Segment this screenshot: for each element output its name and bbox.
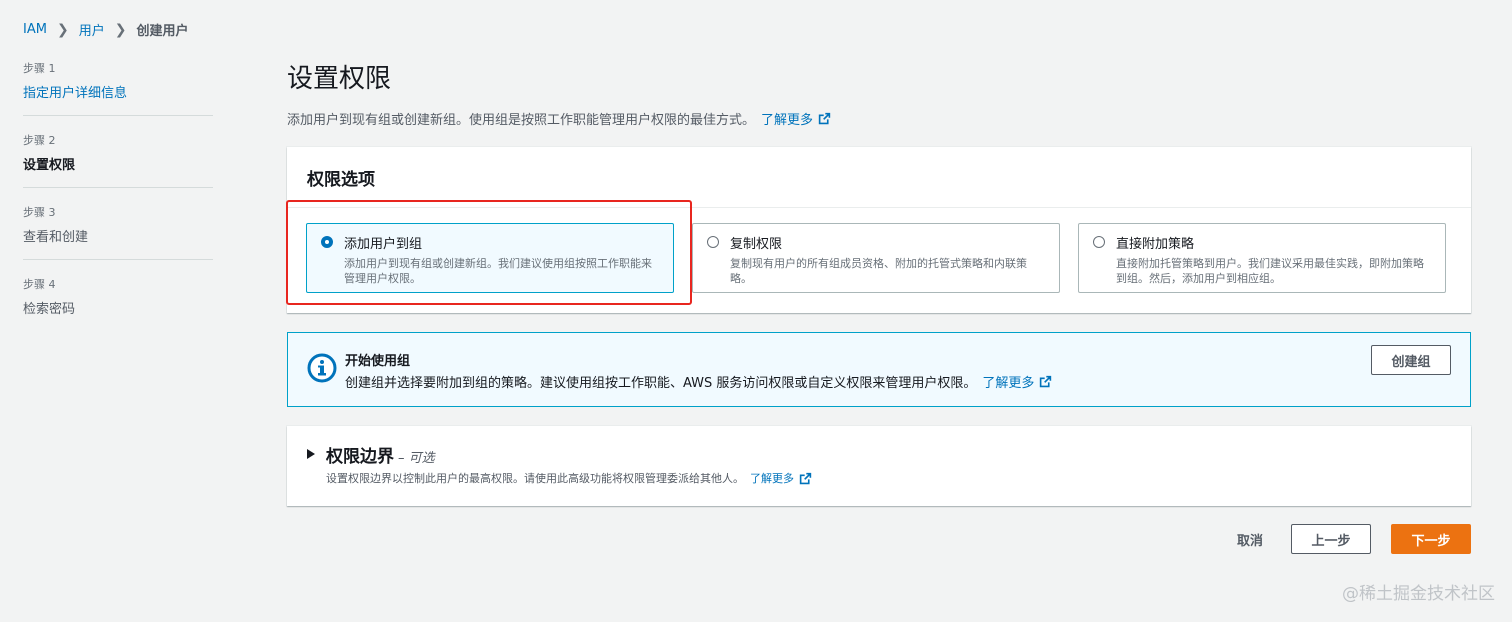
step-current-set-permissions: 设置权限 xyxy=(23,158,76,173)
page-description: 添加用户到现有组或创建新组。使用组是按照工作职能管理用户权限的最佳方式。 了解更… xyxy=(287,109,1471,128)
step-number: 步骤 3 xyxy=(23,206,56,219)
step-4: 步骤 4 检索密码 xyxy=(23,274,213,331)
step-2: 步骤 2 设置权限 xyxy=(23,130,213,188)
permission-options-panel: 权限选项 添加用户到组 添加用户到现有组或创建新组。我们建议使用组按照工作职能来… xyxy=(287,147,1471,313)
chevron-right-icon: ❯ xyxy=(114,21,127,38)
breadcrumb-current: 创建用户 xyxy=(136,24,189,39)
boundary-title-text: 权限边界 xyxy=(326,447,394,467)
breadcrumb-iam-link[interactable]: IAM xyxy=(23,22,47,37)
option-attach-policies-directly[interactable]: 直接附加策略 直接附加托管策略到用户。我们建议采用最佳实践，即附加策略到组。然后… xyxy=(1078,223,1446,293)
page-title: 设置权限 xyxy=(287,64,392,94)
info-description: 创建组并选择要附加到组的策略。建议使用组按工作职能、AWS 服务访问权限或自定义… xyxy=(345,372,1052,391)
learn-more-link[interactable]: 了解更多 xyxy=(761,109,813,128)
main-content: 设置权限 添加用户到现有组或创建新组。使用组是按照工作职能管理用户权限的最佳方式… xyxy=(286,58,1471,506)
create-group-button[interactable]: 创建组 xyxy=(1371,345,1451,375)
step-review-create: 查看和创建 xyxy=(23,230,89,245)
breadcrumb-users-link[interactable]: 用户 xyxy=(79,20,105,39)
step-number: 步骤 2 xyxy=(23,134,56,147)
radio-button-selected[interactable] xyxy=(321,236,333,248)
boundary-description: 设置权限边界以控制此用户的最高权限。请使用此高级功能将权限管理委派给其他人。 了… xyxy=(326,470,812,486)
external-link-icon[interactable] xyxy=(799,472,812,485)
boundary-description-text: 设置权限边界以控制此用户的最高权限。请使用此高级功能将权限管理委派给其他人。 xyxy=(326,472,744,485)
step-1: 步骤 1 指定用户详细信息 xyxy=(23,58,213,116)
permissions-boundary-toggle[interactable]: 权限边界 – 可选 xyxy=(326,442,435,467)
page-description-text: 添加用户到现有组或创建新组。使用组是按照工作职能管理用户权限的最佳方式。 xyxy=(287,113,756,128)
chevron-right-icon: ❯ xyxy=(56,21,69,38)
step-retrieve-password: 检索密码 xyxy=(23,302,76,317)
radio-button[interactable] xyxy=(1093,236,1105,248)
option-description: 直接附加托管策略到用户。我们建议采用最佳实践，即附加策略到组。然后，添加用户到相… xyxy=(1116,257,1424,285)
option-description: 复制现有用户的所有组成员资格、附加的托管式策略和内联策略。 xyxy=(730,257,1027,285)
radio-button[interactable] xyxy=(707,236,719,248)
option-title: 添加用户到组 xyxy=(344,237,423,252)
wizard-steps: 步骤 1 指定用户详细信息 步骤 2 设置权限 步骤 3 查看和创建 步骤 4 … xyxy=(23,58,213,345)
step-number: 步骤 4 xyxy=(23,278,56,291)
watermark: @稀土掘金技术社区 xyxy=(1342,584,1495,604)
external-link-icon[interactable] xyxy=(818,112,831,125)
learn-more-link[interactable]: 了解更多 xyxy=(982,372,1034,391)
permission-options-header: 权限选项 xyxy=(287,147,1471,208)
external-link-icon[interactable] xyxy=(1039,375,1052,388)
step-link-user-details[interactable]: 指定用户详细信息 xyxy=(23,82,213,101)
learn-more-link[interactable]: 了解更多 xyxy=(750,470,794,486)
step-3: 步骤 3 查看和创建 xyxy=(23,202,213,260)
optional-label: – 可选 xyxy=(398,451,435,466)
caret-right-icon[interactable] xyxy=(307,449,315,459)
option-description: 添加用户到现有组或创建新组。我们建议使用组按照工作职能来管理用户权限。 xyxy=(344,257,652,285)
step-number: 步骤 1 xyxy=(23,62,56,75)
info-icon xyxy=(307,353,337,383)
wizard-footer: 取消 上一步 下一步 xyxy=(1237,524,1471,554)
info-title: 开始使用组 xyxy=(345,354,411,369)
option-copy-permissions[interactable]: 复制权限 复制现有用户的所有组成员资格、附加的托管式策略和内联策略。 xyxy=(692,223,1060,293)
info-description-text: 创建组并选择要附加到组的策略。建议使用组按工作职能、AWS 服务访问权限或自定义… xyxy=(345,376,977,391)
previous-button[interactable]: 上一步 xyxy=(1291,524,1371,554)
option-add-user-to-group[interactable]: 添加用户到组 添加用户到现有组或创建新组。我们建议使用组按照工作职能来管理用户权… xyxy=(306,223,674,293)
permission-options-group: 添加用户到组 添加用户到现有组或创建新组。我们建议使用组按照工作职能来管理用户权… xyxy=(306,223,1446,293)
option-title: 直接附加策略 xyxy=(1116,237,1195,252)
permissions-boundary-section: 权限边界 – 可选 设置权限边界以控制此用户的最高权限。请使用此高级功能将权限管理… xyxy=(287,426,1471,506)
breadcrumb: IAM ❯ 用户 ❯ 创建用户 xyxy=(23,20,189,40)
next-button[interactable]: 下一步 xyxy=(1391,524,1471,554)
get-started-groups-info: 开始使用组 创建组并选择要附加到组的策略。建议使用组按工作职能、AWS 服务访问… xyxy=(287,332,1471,407)
option-title: 复制权限 xyxy=(730,237,783,252)
cancel-button[interactable]: 取消 xyxy=(1237,530,1263,549)
